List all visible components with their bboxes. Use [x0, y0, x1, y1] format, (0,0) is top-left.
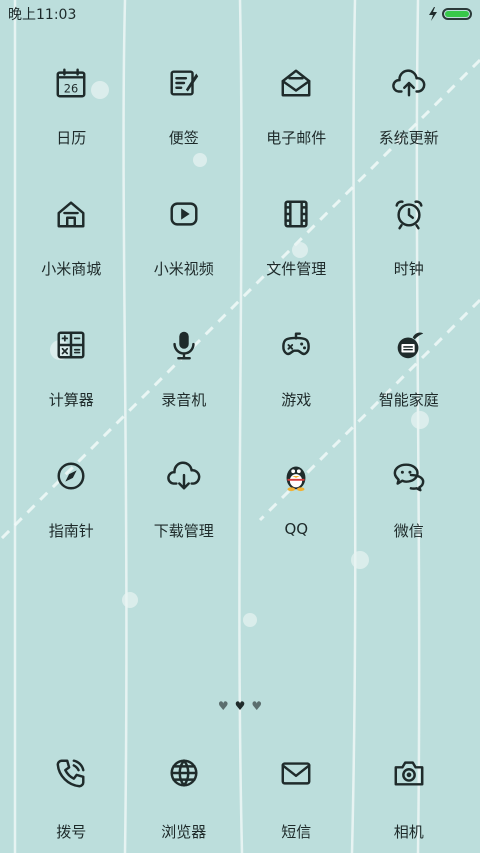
battery-icon	[442, 8, 472, 20]
app-video-play[interactable]: 小米视频	[128, 186, 241, 317]
app-label: 相机	[393, 823, 424, 841]
app-grid: 26 日历 便签 电子邮件 系统更新小米商城 小米视频 文件管理 时钟计算器 录音机 游戏 智能家庭…	[15, 55, 465, 579]
app-label: 时钟	[393, 260, 424, 278]
app-label: 短信	[281, 823, 312, 841]
app-label: 录音机	[161, 391, 207, 409]
app-cloud-download[interactable]: 下载管理	[128, 448, 241, 579]
cloud-download-icon	[154, 448, 214, 504]
app-file-manager[interactable]: 文件管理	[240, 186, 353, 317]
calendar-icon: 26	[41, 55, 101, 111]
app-cloud-upload[interactable]: 系统更新	[353, 55, 466, 186]
qq-penguin-icon	[266, 448, 326, 504]
app-qq-penguin[interactable]: QQ	[240, 448, 353, 579]
status-bar: 晚上11:03	[0, 0, 480, 28]
app-compass[interactable]: 指南针	[15, 448, 128, 579]
app-label: 电子邮件	[266, 129, 327, 147]
app-label: 小米商城	[41, 260, 102, 278]
app-label: 系统更新	[378, 129, 439, 147]
app-label: 智能家庭	[378, 391, 439, 409]
app-label: 便签	[168, 129, 199, 147]
store-icon	[41, 186, 101, 242]
app-label: 计算器	[48, 391, 94, 409]
app-alarm-clock[interactable]: 时钟	[353, 186, 466, 317]
app-store[interactable]: 小米商城	[15, 186, 128, 317]
app-phone[interactable]: 拨号	[15, 745, 128, 842]
cloud-upload-icon	[379, 55, 439, 111]
wechat-icon	[379, 448, 439, 504]
app-label: QQ	[284, 520, 309, 538]
camera-icon	[379, 745, 439, 801]
phone-icon	[41, 745, 101, 801]
page-indicator: ♥ ♥ ♥	[0, 700, 480, 712]
gamepad-icon	[266, 317, 326, 373]
app-label: 游戏	[281, 391, 312, 409]
app-wechat[interactable]: 微信	[353, 448, 466, 579]
battery-level-fill	[445, 11, 469, 17]
message-icon	[266, 745, 326, 801]
app-label: 日历	[56, 129, 87, 147]
svg-text:26: 26	[64, 81, 78, 95]
email-icon	[266, 55, 326, 111]
app-label: 浏览器	[161, 823, 207, 841]
app-gamepad[interactable]: 游戏	[240, 317, 353, 448]
page-dot[interactable]: ♥	[251, 700, 262, 712]
app-message[interactable]: 短信	[240, 745, 353, 842]
app-calculator[interactable]: 计算器	[15, 317, 128, 448]
video-play-icon	[154, 186, 214, 242]
microphone-icon	[154, 317, 214, 373]
app-notes[interactable]: 便签	[128, 55, 241, 186]
app-label: 微信	[393, 522, 424, 540]
app-email[interactable]: 电子邮件	[240, 55, 353, 186]
calculator-icon	[41, 317, 101, 373]
browser-globe-icon	[154, 745, 214, 801]
dock: 拨号 浏览器 短信 相机	[15, 745, 465, 842]
app-label: 下载管理	[153, 522, 214, 540]
app-label: 指南针	[48, 522, 94, 540]
clock-time: 晚上11:03	[8, 7, 77, 23]
app-label: 文件管理	[266, 260, 327, 278]
app-label: 拨号	[56, 823, 87, 841]
lightning-icon	[429, 7, 437, 21]
compass-icon	[41, 448, 101, 504]
smart-home-icon	[379, 317, 439, 373]
app-browser-globe[interactable]: 浏览器	[128, 745, 241, 842]
status-icons	[428, 7, 472, 21]
app-label: 小米视频	[153, 260, 214, 278]
app-microphone[interactable]: 录音机	[128, 317, 241, 448]
app-calendar[interactable]: 26 日历	[15, 55, 128, 186]
file-manager-icon	[266, 186, 326, 242]
notes-icon	[154, 55, 214, 111]
app-camera[interactable]: 相机	[353, 745, 466, 842]
app-smart-home[interactable]: 智能家庭	[353, 317, 466, 448]
page-dot[interactable]: ♥	[218, 700, 229, 712]
alarm-clock-icon	[379, 186, 439, 242]
page-dot[interactable]: ♥	[235, 700, 246, 712]
